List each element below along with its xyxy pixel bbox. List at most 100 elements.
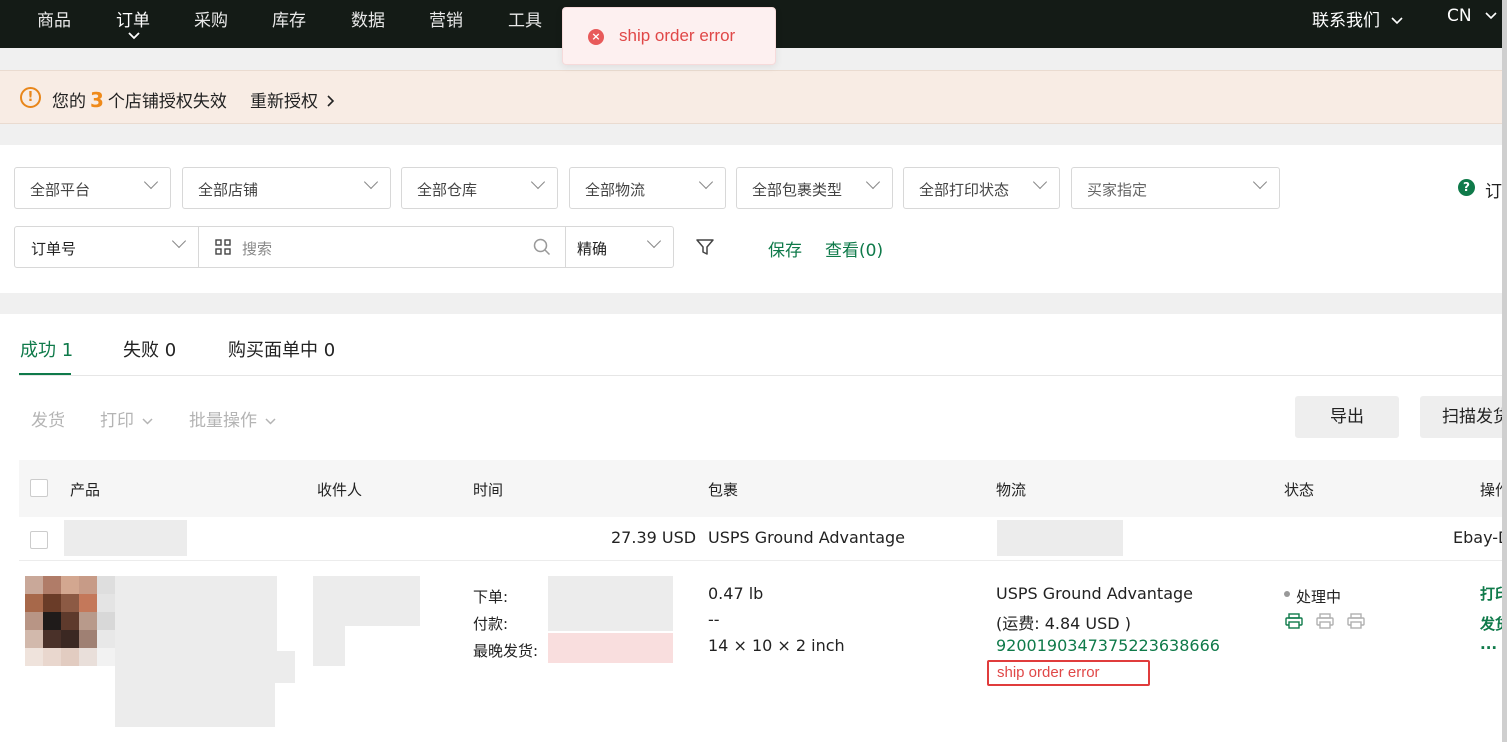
search-input[interactable]: 搜索 (199, 227, 566, 267)
match-mode-select[interactable]: 精确 (566, 227, 673, 267)
col-time: 时间 (473, 481, 504, 499)
store-select-value: 全部店铺 (198, 181, 259, 199)
chevron-down-icon (1485, 12, 1497, 20)
orders-panel: 成功 1 失败 0 购买面单中 0 发货 打印 批量操作 导出 扫描发货 产品 … (0, 314, 1507, 742)
tab-success[interactable]: 成功 1 (20, 336, 73, 362)
chevron-right-icon (327, 95, 335, 107)
batch-action-menu[interactable]: 批量操作 (189, 406, 276, 431)
nav-item-marketing[interactable]: 营销 (429, 6, 463, 31)
buyer-specified-select[interactable]: 买家指定 (1071, 167, 1280, 209)
col-package: 包裹 (708, 481, 739, 499)
scan-icon[interactable] (215, 239, 231, 255)
warning-suffix: 个店铺授权失效 (107, 92, 227, 112)
nav-item-tools[interactable]: 工具 (508, 6, 542, 31)
search-group: 订单号 搜索 精确 (14, 226, 674, 268)
auth-warning-bar: ! 您的 3 个店铺授权失效 重新授权 (0, 70, 1507, 124)
redacted-recipient-country (313, 626, 345, 666)
order-detail-row: 下单: 付款: 最晚发货: 0.47 lb -- 14 × 10 × 2 inc… (0, 561, 1507, 742)
print-action-menu[interactable]: 打印 (100, 406, 153, 431)
logistics-carrier: USPS Ground Advantage (996, 584, 1194, 603)
chevron-down-icon (171, 233, 187, 249)
col-logistics: 物流 (996, 481, 1027, 499)
search-field-value: 订单号 (31, 240, 77, 258)
buyer-specified-select-value: 买家指定 (1087, 181, 1148, 199)
warning-count: 3 (90, 88, 104, 112)
chevron-down-icon (865, 174, 881, 190)
help-text: 订 (1485, 182, 1502, 202)
warehouse-select-value: 全部仓库 (417, 181, 478, 199)
nav-item-inventory[interactable]: 库存 (272, 6, 306, 31)
logistics-select[interactable]: 全部物流 (569, 167, 726, 209)
tab-divider (19, 375, 1507, 376)
package-type-select-value: 全部包裹类型 (752, 181, 843, 199)
package-weight-alt: -- (708, 610, 720, 629)
error-toast: × ship order error (562, 7, 776, 65)
row-checkbox[interactable] (30, 531, 48, 549)
package-type-select[interactable]: 全部包裹类型 (736, 167, 893, 209)
nav-item-orders[interactable]: 订单 (116, 6, 150, 40)
package-dimensions: 14 × 10 × 2 inch (708, 636, 845, 655)
time-label-order: 下单: (473, 588, 509, 606)
contact-us-label: 联系我们 (1312, 11, 1380, 31)
help-icon[interactable]: ? (1458, 179, 1475, 196)
toast-message: ship order error (619, 26, 736, 45)
product-image (25, 576, 115, 666)
nav-item-data[interactable]: 数据 (351, 6, 385, 31)
export-button[interactable]: 导出 (1295, 396, 1399, 438)
page-scrollbar[interactable] (1502, 0, 1507, 742)
tab-buying-label[interactable]: 购买面单中 0 (228, 336, 335, 362)
print-invoice-icon[interactable] (1316, 613, 1334, 629)
package-weight: 0.47 lb (708, 584, 764, 603)
tracking-number-link[interactable]: 9200190347375223638666 (996, 636, 1220, 655)
col-product: 产品 (70, 481, 101, 499)
nav-item-orders-label: 订单 (116, 11, 150, 31)
warehouse-select[interactable]: 全部仓库 (401, 167, 558, 209)
time-label-payment: 付款: (473, 615, 509, 633)
tab-failed[interactable]: 失败 0 (123, 336, 176, 362)
nav-item-purchase[interactable]: 采购 (194, 6, 228, 31)
select-all-checkbox[interactable] (30, 479, 48, 497)
redacted-recipient-name (313, 576, 420, 626)
language-menu[interactable]: CN (1447, 6, 1497, 26)
redacted-product-sku (115, 651, 295, 683)
reauthorize-label: 重新授权 (250, 92, 318, 112)
order-summary-row: 27.39 USD USPS Ground Advantage Ebay-D (19, 517, 1507, 561)
ship-action-button[interactable]: 发货 (31, 406, 65, 431)
search-field-select[interactable]: 订单号 (15, 227, 199, 267)
redacted-order-id (64, 520, 187, 556)
print-label-icon[interactable] (1285, 613, 1303, 629)
col-status: 状态 (1284, 481, 1315, 499)
op-more-link[interactable]: ... (1480, 635, 1497, 653)
warning-text: 您的 3 个店铺授权失效 (52, 87, 227, 112)
chevron-down-icon (1391, 17, 1403, 25)
ship-error-text: ship order error (997, 664, 1100, 681)
contact-us-menu[interactable]: 联系我们 (1312, 6, 1403, 31)
table-header: 产品 收件人 时间 包裹 物流 状态 操作 (19, 460, 1507, 517)
store-select[interactable]: 全部店铺 (182, 167, 391, 209)
search-icon[interactable] (533, 238, 551, 256)
chevron-down-icon (646, 233, 662, 249)
platform-select-value: 全部平台 (30, 181, 91, 199)
col-recipient: 收件人 (317, 481, 363, 499)
view-saved-button[interactable]: 查看(0) (825, 236, 883, 261)
warning-prefix: 您的 (52, 92, 86, 112)
ship-error-highlight: ship order error (987, 660, 1150, 686)
scan-ship-button[interactable]: 扫描发货 (1420, 396, 1507, 438)
chevron-down-icon (143, 174, 159, 190)
nav-item-products[interactable]: 商品 (37, 6, 71, 31)
chevron-down-icon (265, 417, 276, 425)
filter-icon[interactable] (695, 237, 715, 257)
reauthorize-link[interactable]: 重新授权 (250, 87, 335, 112)
chevron-down-icon (530, 174, 546, 190)
chevron-down-icon (1032, 174, 1048, 190)
error-circle-icon: × (588, 29, 604, 45)
platform-select[interactable]: 全部平台 (14, 167, 171, 209)
match-mode-value: 精确 (577, 240, 608, 258)
chevron-down-icon (698, 174, 714, 190)
save-filter-button[interactable]: 保存 (768, 236, 802, 261)
order-amount: 27.39 USD (611, 528, 697, 547)
order-shipping-service: USPS Ground Advantage (708, 528, 906, 547)
redacted-order-times (548, 576, 673, 631)
print-status-select[interactable]: 全部打印状态 (903, 167, 1060, 209)
print-packing-icon[interactable] (1347, 613, 1365, 629)
